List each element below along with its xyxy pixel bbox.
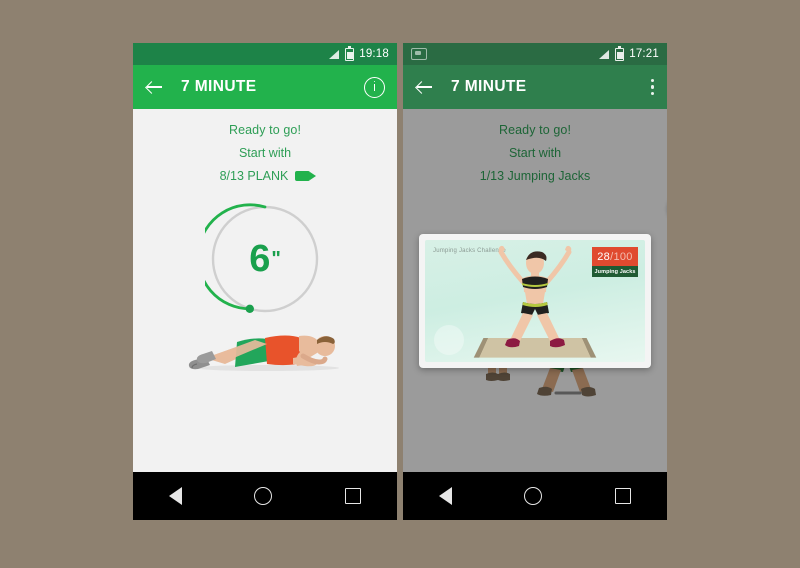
nav-home-icon[interactable] <box>524 487 543 505</box>
nav-recents-icon[interactable] <box>344 488 361 504</box>
page-title: 7 MINUTE <box>181 78 257 95</box>
rep-counter-label: Jumping Jacks <box>592 266 638 277</box>
video-frame: Jumping Jacks Challenge 28/100 Jumping J… <box>425 240 645 362</box>
page-title: 7 MINUTE <box>451 78 527 95</box>
nav-bar-right <box>403 472 667 520</box>
rep-counter-current: 28 <box>597 251 611 263</box>
back-arrow-icon[interactable] <box>145 77 165 97</box>
nav-bar-left <box>133 472 397 520</box>
exercise-name: 1/13 Jumping Jacks <box>479 169 591 183</box>
ready-text: Ready to go! <box>228 123 302 137</box>
start-with-text: Start with <box>238 146 292 160</box>
status-bar-right-right-icons: 17:21 <box>599 45 659 61</box>
rep-counter-value: 28/100 <box>592 247 638 266</box>
nav-home-icon[interactable] <box>254 487 273 505</box>
status-bar-right-icons: 19:18 <box>329 45 389 61</box>
video-preview-card[interactable]: Jumping Jacks Challenge 28/100 Jumping J… <box>419 234 651 368</box>
status-bar-time: 17:21 <box>629 48 659 60</box>
battery-icon <box>615 45 625 61</box>
video-camera-icon[interactable] <box>295 171 317 181</box>
workout-screen-left: Ready to go! Start with 8/13 PLANK 6 " <box>133 109 397 472</box>
exercise-row[interactable]: 1/13 Jumping Jacks <box>403 160 667 183</box>
badge-tail <box>664 210 667 260</box>
sim-card-icon <box>411 48 427 60</box>
status-bar-time: 19:18 <box>359 48 389 60</box>
timer-unit: " <box>271 247 281 270</box>
battery-icon <box>345 45 355 61</box>
status-bar-right-left-icons <box>411 48 599 60</box>
rep-counter: 28/100 Jumping Jacks <box>592 247 638 277</box>
rep-counter-total: /100 <box>610 251 633 263</box>
timer-value: 6 <box>249 237 271 280</box>
timer-value-wrap: 6 " <box>205 199 325 319</box>
more-options-icon[interactable] <box>651 78 655 96</box>
watermark-logo <box>434 325 464 355</box>
status-bar-right: 17:21 <box>403 43 667 65</box>
phone-screen-right: 17:21 7 MINUTE Ready to go! Start with 1… <box>403 43 667 520</box>
signal-icon <box>599 49 610 59</box>
exercise-name: 8/13 PLANK <box>219 169 289 183</box>
nav-back-icon[interactable] <box>439 487 453 505</box>
plank-exercise-figure <box>188 335 339 371</box>
info-icon[interactable] <box>364 76 385 98</box>
exercise-row[interactable]: 8/13 PLANK <box>133 160 397 183</box>
workout-screen-right: Ready to go! Start with 1/13 Jumping Jac… <box>403 109 667 472</box>
ready-text: Ready to go! <box>498 123 572 137</box>
status-bar-left: 19:18 <box>133 43 397 65</box>
countdown-timer: 6 " <box>205 199 325 319</box>
screenshot-canvas: 19:18 7 MINUTE Ready to go! Start with 8… <box>0 0 800 568</box>
nav-back-icon[interactable] <box>169 487 183 505</box>
phone-screen-left: 19:18 7 MINUTE Ready to go! Start with 8… <box>133 43 397 520</box>
signal-icon <box>329 49 340 59</box>
nav-recents-icon[interactable] <box>614 488 631 504</box>
toolbar-left: 7 MINUTE <box>133 65 397 109</box>
back-arrow-icon[interactable] <box>415 77 435 97</box>
video-person-figure <box>498 245 572 348</box>
start-with-text: Start with <box>508 146 562 160</box>
toolbar-right: 7 MINUTE <box>403 65 667 109</box>
